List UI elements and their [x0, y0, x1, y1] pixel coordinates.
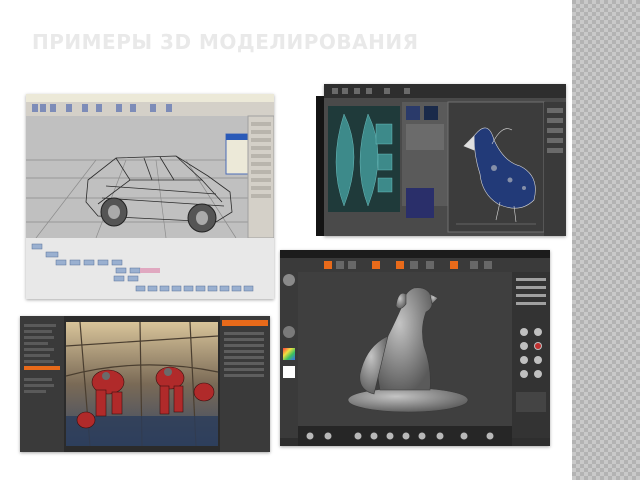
- car-wireframe-image: [26, 94, 274, 299]
- screenshot-robots-render: [20, 316, 270, 452]
- zbrush-dog-image: [280, 250, 550, 446]
- screenshot-zbrush-dog: [280, 250, 550, 446]
- slide-title: ПРИМЕРЫ 3D МОДЕЛИРОВАНИЯ: [32, 30, 419, 54]
- divider-bar: [316, 96, 324, 236]
- robots-render-image: [20, 316, 270, 452]
- slide: ПРИМЕРЫ 3D МОДЕЛИРОВАНИЯ: [0, 0, 640, 480]
- screenshot-uv-creature: [324, 84, 566, 236]
- decorative-pattern-band: [572, 0, 640, 480]
- uv-creature-image: [324, 84, 566, 236]
- screenshot-car-wireframe: [26, 94, 274, 299]
